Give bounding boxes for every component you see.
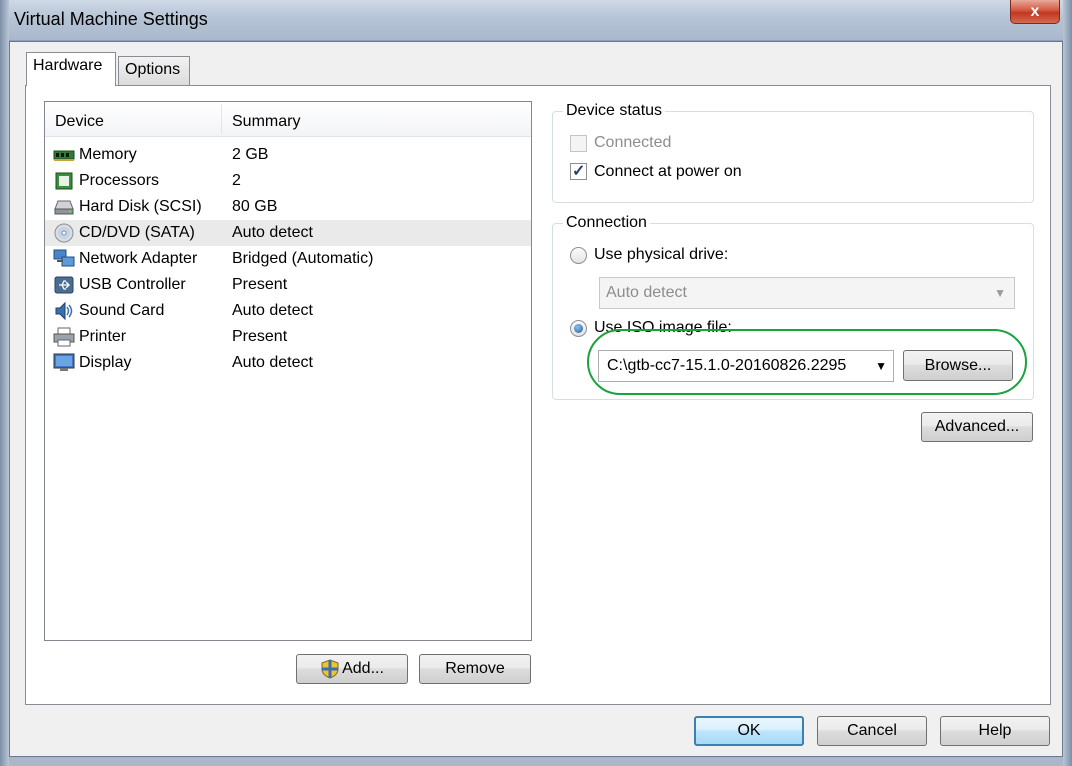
device-name: Memory (79, 146, 137, 163)
sound-card-icon (55, 301, 73, 321)
device-row-processors[interactable]: Processors 2 (45, 168, 531, 194)
ok-button[interactable]: OK (694, 716, 804, 746)
device-name: CD/DVD (SATA) (79, 224, 195, 241)
device-summary: Auto detect (232, 224, 313, 241)
connect-at-power-on-checkbox[interactable]: ✓ (570, 163, 587, 180)
vm-settings-window: Virtual Machine Settings x Hardware Opti… (0, 0, 1072, 766)
device-row-network-adapter[interactable]: Network Adapter Bridged (Automatic) (45, 246, 531, 272)
hardware-tab-panel: Device Summary Memory 2 GB Processors 2 … (25, 85, 1051, 705)
add-button[interactable]: Add... (296, 654, 408, 684)
usb-icon (54, 276, 74, 294)
browse-button[interactable]: Browse... (903, 350, 1013, 381)
use-physical-drive-radio[interactable] (570, 247, 587, 264)
device-name: Sound Card (79, 302, 165, 319)
device-row-cd-dvd[interactable]: CD/DVD (SATA) Auto detect (45, 220, 531, 246)
close-icon: x (1030, 2, 1040, 20)
device-summary: Bridged (Automatic) (232, 250, 374, 267)
help-button[interactable]: Help (940, 716, 1050, 746)
device-summary: Auto detect (232, 354, 313, 371)
cancel-button-label: Cancel (847, 722, 897, 739)
device-row-sound-card[interactable]: Sound Card Auto detect (45, 298, 531, 324)
device-row-printer[interactable]: Printer Present (45, 324, 531, 350)
window-title: Virtual Machine Settings (14, 9, 208, 29)
use-iso-image-label: Use ISO image file: (594, 319, 732, 336)
device-summary: 2 (232, 172, 241, 189)
physical-drive-select[interactable]: Auto detect ▼ (599, 277, 1015, 309)
connection-title: Connection (563, 214, 650, 232)
device-row-memory[interactable]: Memory 2 GB (45, 142, 531, 168)
device-row-hard-disk[interactable]: Hard Disk (SCSI) 80 GB (45, 194, 531, 220)
column-header-summary[interactable]: Summary (232, 113, 300, 131)
dialog-client-area: Hardware Options Device Summary Memory 2… (9, 41, 1063, 757)
shield-icon (321, 659, 339, 679)
use-iso-image-radio[interactable] (570, 320, 587, 337)
cd-dvd-icon (54, 223, 74, 243)
device-summary: 80 GB (232, 198, 278, 215)
printer-icon (53, 327, 75, 347)
advanced-button-label: Advanced... (934, 418, 1020, 435)
close-button[interactable]: x (1010, 0, 1060, 24)
title-bar[interactable]: Virtual Machine Settings x (0, 0, 1072, 41)
device-name: Processors (79, 172, 160, 189)
tab-hardware[interactable]: Hardware (26, 52, 116, 86)
column-header-device[interactable]: Device (55, 113, 104, 131)
radio-selected-dot (574, 324, 583, 333)
device-name: USB Controller (79, 276, 186, 293)
device-summary: Present (232, 328, 288, 345)
help-button-label: Help (978, 722, 1012, 739)
remove-button[interactable]: Remove (419, 654, 531, 684)
display-icon (53, 353, 75, 371)
device-status-title: Device status (563, 102, 666, 120)
ok-button-label: OK (737, 722, 761, 739)
device-status-group: Device status Connected ✓ Connect at pow… (552, 102, 1034, 203)
memory-icon (53, 150, 75, 161)
connection-group: Connection Use physical drive: Auto dete… (552, 214, 1034, 400)
browse-button-label: Browse... (924, 356, 992, 374)
physical-drive-value: Auto detect (606, 284, 687, 301)
device-list[interactable]: Device Summary Memory 2 GB Processors 2 … (44, 101, 532, 641)
connected-checkbox[interactable] (570, 135, 587, 152)
device-summary: 2 GB (232, 146, 269, 163)
device-name: Printer (79, 328, 127, 345)
device-name: Hard Disk (SCSI) (79, 198, 202, 215)
add-button-label: Add... (342, 660, 384, 677)
advanced-button[interactable]: Advanced... (921, 412, 1033, 442)
chevron-down-icon: ▼ (994, 286, 1006, 300)
window-frame-left (0, 0, 9, 766)
checkmark-icon: ✓ (572, 163, 586, 180)
column-separator[interactable] (221, 104, 222, 134)
device-row-display[interactable]: Display Auto detect (45, 350, 531, 376)
network-adapter-icon (53, 249, 75, 267)
device-summary: Present (232, 276, 288, 293)
remove-button-label: Remove (445, 660, 505, 677)
processor-icon (55, 172, 73, 190)
device-list-header: Device Summary (45, 102, 531, 137)
cancel-button[interactable]: Cancel (817, 716, 927, 746)
device-name: Network Adapter (79, 250, 198, 267)
tab-options[interactable]: Options (118, 56, 190, 85)
iso-image-path: C:\gtb-cc7-15.1.0-20160826.2295 (607, 357, 847, 374)
device-name: Display (79, 354, 132, 371)
chevron-down-icon: ▼ (875, 359, 887, 373)
hard-disk-icon (54, 200, 74, 215)
window-frame-right (1063, 0, 1072, 766)
device-row-usb-controller[interactable]: USB Controller Present (45, 272, 531, 298)
connect-at-power-on-label: Connect at power on (594, 163, 742, 180)
iso-image-path-combo[interactable]: C:\gtb-cc7-15.1.0-20160826.2295 ▼ (598, 350, 894, 382)
use-physical-drive-label: Use physical drive: (594, 246, 729, 263)
connected-label: Connected (594, 134, 672, 151)
device-summary: Auto detect (232, 302, 313, 319)
